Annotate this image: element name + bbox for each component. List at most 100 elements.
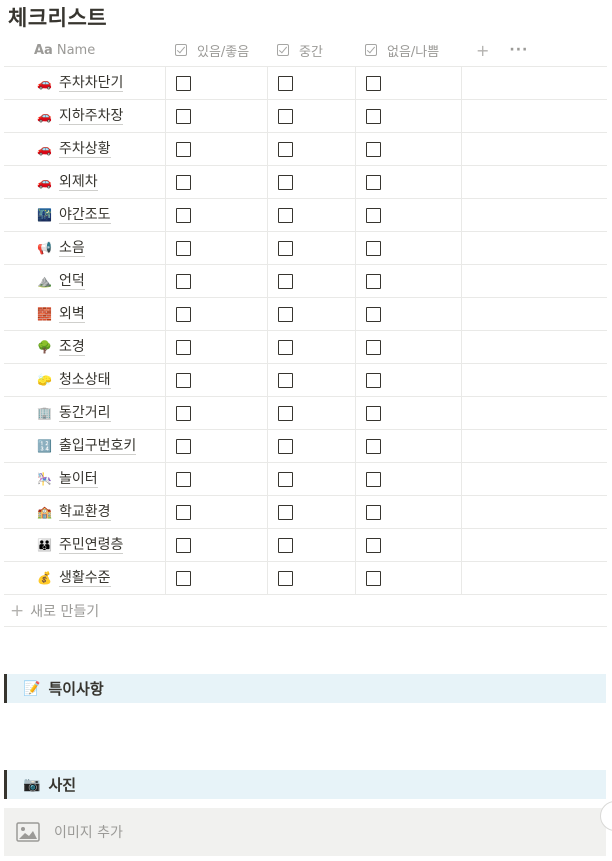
checkbox-medium[interactable] [278, 339, 293, 355]
row-label[interactable]: 주민연령층 [59, 537, 124, 554]
row-title[interactable]: 🚗 주차차단기 [4, 67, 165, 99]
checkbox-medium[interactable] [278, 537, 293, 553]
checkbox-good[interactable] [176, 471, 191, 487]
row-title[interactable]: 🚗 주차상황 [4, 133, 165, 165]
row-label[interactable]: 출입구번호키 [59, 438, 137, 455]
checkbox-good[interactable] [176, 504, 191, 520]
checkbox-bad[interactable] [366, 240, 381, 256]
row-title[interactable]: 🌃 야간조도 [4, 199, 165, 231]
row-title[interactable]: 👪 주민연령층 [4, 529, 165, 561]
checkbox-bad[interactable] [366, 108, 381, 124]
row-label[interactable]: 지하주차장 [59, 108, 124, 125]
header-bad[interactable]: 없음/나쁨 [355, 34, 461, 66]
table-row[interactable]: 🚗 주차상황 [4, 133, 607, 166]
checkbox-bad[interactable] [366, 372, 381, 388]
table-row[interactable]: 🏫 학교환경 [4, 496, 607, 529]
row-label[interactable]: 소음 [59, 240, 85, 257]
checkbox-medium[interactable] [278, 273, 293, 289]
row-label[interactable]: 언덕 [59, 273, 85, 290]
checkbox-good[interactable] [176, 372, 191, 388]
checkbox-medium[interactable] [278, 504, 293, 520]
row-label[interactable]: 외벽 [59, 306, 85, 323]
more-options-icon[interactable]: ··· [509, 42, 528, 58]
row-title[interactable]: 🔢 출입구번호키 [4, 430, 165, 462]
checkbox-medium[interactable] [278, 438, 293, 454]
row-title[interactable]: 💰 생활수준 [4, 562, 165, 594]
checkbox-medium[interactable] [278, 108, 293, 124]
checkbox-good[interactable] [176, 108, 191, 124]
row-title[interactable]: 🏫 학교환경 [4, 496, 165, 528]
table-row[interactable]: 🚗 외제차 [4, 166, 607, 199]
row-label[interactable]: 생활수준 [59, 570, 111, 587]
checkbox-good[interactable] [176, 306, 191, 322]
row-title[interactable]: ⛰️ 언덕 [4, 265, 165, 297]
checkbox-bad[interactable] [366, 438, 381, 454]
checkbox-medium[interactable] [278, 570, 293, 586]
row-title[interactable]: 🎠 놀이터 [4, 463, 165, 495]
checkbox-bad[interactable] [366, 504, 381, 520]
checkbox-good[interactable] [176, 141, 191, 157]
checkbox-good[interactable] [176, 273, 191, 289]
row-label[interactable]: 청소상태 [59, 372, 111, 389]
checkbox-medium[interactable] [278, 174, 293, 190]
row-label[interactable]: 학교환경 [59, 504, 111, 521]
row-label[interactable]: 동간거리 [59, 405, 111, 422]
checkbox-bad[interactable] [366, 471, 381, 487]
table-row[interactable]: 🏢 동간거리 [4, 397, 607, 430]
row-title[interactable]: 🚗 외제차 [4, 166, 165, 198]
checkbox-bad[interactable] [366, 141, 381, 157]
checkbox-good[interactable] [176, 438, 191, 454]
table-row[interactable]: 🚗 지하주차장 [4, 100, 607, 133]
checkbox-good[interactable] [176, 174, 191, 190]
table-row[interactable]: ⛰️ 언덕 [4, 265, 607, 298]
row-title[interactable]: 🏢 동간거리 [4, 397, 165, 429]
add-image-block[interactable]: 이미지 추가 [4, 808, 606, 856]
checkbox-good[interactable] [176, 405, 191, 421]
row-label[interactable]: 놀이터 [59, 471, 98, 488]
checkbox-good[interactable] [176, 75, 191, 91]
row-label[interactable]: 야간조도 [59, 207, 111, 224]
row-title[interactable]: 🌳 조경 [4, 331, 165, 363]
checkbox-bad[interactable] [366, 537, 381, 553]
checkbox-medium[interactable] [278, 405, 293, 421]
row-title[interactable]: 🧱 외벽 [4, 298, 165, 330]
row-label[interactable]: 주차차단기 [59, 75, 124, 92]
checkbox-medium[interactable] [278, 75, 293, 91]
checkbox-bad[interactable] [366, 207, 381, 223]
row-label[interactable]: 주차상황 [59, 141, 111, 158]
row-label[interactable]: 조경 [59, 339, 85, 356]
checkbox-bad[interactable] [366, 306, 381, 322]
checkbox-bad[interactable] [366, 405, 381, 421]
notes-callout[interactable]: 📝 특이사항 [4, 674, 606, 703]
table-row[interactable]: 🧱 외벽 [4, 298, 607, 331]
row-label[interactable]: 외제차 [59, 174, 98, 191]
checkbox-good[interactable] [176, 240, 191, 256]
table-row[interactable]: 👪 주민연령층 [4, 529, 607, 562]
header-good[interactable]: 있음/좋음 [165, 34, 267, 66]
table-row[interactable]: 📢 소음 [4, 232, 607, 265]
checkbox-bad[interactable] [366, 339, 381, 355]
checkbox-good[interactable] [176, 570, 191, 586]
checkbox-medium[interactable] [278, 141, 293, 157]
add-property-icon[interactable]: + [476, 41, 489, 60]
photos-callout[interactable]: 📷 사진 [4, 770, 606, 799]
checkbox-medium[interactable] [278, 240, 293, 256]
header-name[interactable]: Aa Name [4, 34, 165, 66]
checkbox-good[interactable] [176, 207, 191, 223]
table-row[interactable]: 🎠 놀이터 [4, 463, 607, 496]
checkbox-bad[interactable] [366, 570, 381, 586]
checkbox-medium[interactable] [278, 471, 293, 487]
row-title[interactable]: 🚗 지하주차장 [4, 100, 165, 132]
header-medium[interactable]: 중간 [267, 34, 355, 66]
checkbox-bad[interactable] [366, 273, 381, 289]
checkbox-medium[interactable] [278, 207, 293, 223]
checkbox-good[interactable] [176, 537, 191, 553]
checkbox-bad[interactable] [366, 174, 381, 190]
row-title[interactable]: 📢 소음 [4, 232, 165, 264]
table-row[interactable]: 🚗 주차차단기 [4, 67, 607, 100]
row-title[interactable]: 🧽 청소상태 [4, 364, 165, 396]
table-row[interactable]: 💰 생활수준 [4, 562, 607, 595]
checkbox-medium[interactable] [278, 306, 293, 322]
table-row[interactable]: 🧽 청소상태 [4, 364, 607, 397]
new-row-button[interactable]: + 새로 만들기 [4, 595, 607, 627]
